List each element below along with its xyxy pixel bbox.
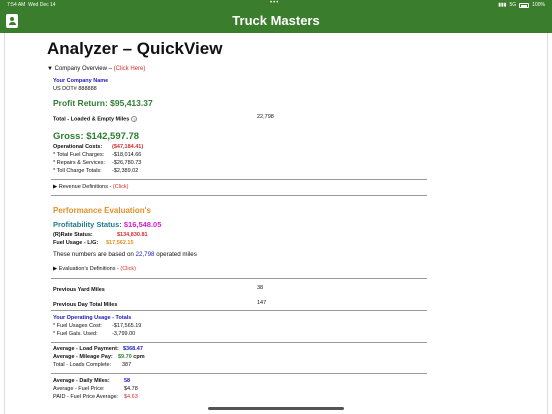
fuel-usage-label: Fuel Usage - L/G: <box>53 240 99 246</box>
nav-bar: Truck Masters <box>0 10 552 33</box>
company-name: Your Company Name <box>53 78 109 84</box>
company-overview-toggle[interactable]: ▼ Company Overview – (Click Here) <box>47 66 145 72</box>
fuel-gals-value: -3,799.00 <box>112 331 136 337</box>
divider <box>51 179 427 180</box>
total-miles-value: 22,798 <box>257 114 274 120</box>
status-time: 7:54 AM Wed Dec 14 <box>7 2 56 8</box>
battery-icon <box>519 2 530 8</box>
prev-day-label: Previous Day Total Miles <box>53 302 118 308</box>
repairs-label: * Repairs & Services: <box>53 160 105 166</box>
fuel-charges-label: * Total Fuel Charges: <box>53 152 105 158</box>
divider <box>51 342 427 343</box>
company-overview-link[interactable]: (Click Here) <box>114 66 146 72</box>
evaluation-definitions-toggle[interactable]: ▶ Evaluation's Definitions - (Click) <box>53 266 136 272</box>
avg-mileage-value: $9.70 cpm <box>118 354 145 360</box>
avg-daily-value: 58 <box>124 378 131 384</box>
gross-amount: Gross: $142,597.78 <box>53 131 140 142</box>
loads-complete-value: 387 <box>122 362 132 368</box>
performance-title: Performance Evaluation's <box>53 206 151 215</box>
disclosure-right-icon: ▶ <box>53 184 58 190</box>
divider <box>51 373 427 374</box>
repairs-value: -$26,780.73 <box>112 160 142 166</box>
avg-load-label: Average - Load Payment: <box>53 346 119 352</box>
multitask-dots-icon[interactable]: ••• <box>270 0 279 6</box>
revenue-definitions-toggle[interactable]: ▶ Revenue Definitions - (Click) <box>53 184 128 190</box>
total-miles-label: Total - Loaded & Empty Miles? <box>53 116 138 123</box>
paid-fuel-value: $4.63 <box>124 394 138 400</box>
fuel-usage-cost-value: -$17,565.19 <box>112 323 142 329</box>
prev-yard-value: 38 <box>257 285 264 291</box>
avg-mileage-label: Average - Mileage Pay: <box>53 354 113 360</box>
divider <box>51 310 427 311</box>
profit-return: Profit Return: $95,413.37 <box>53 98 153 108</box>
rate-status-label: (R)Rate Status: <box>53 232 93 238</box>
op-usage-title: Your Operating Usage - Totals <box>53 315 132 321</box>
network-label: 5G <box>509 2 517 8</box>
paid-fuel-label: PAID - Fuel Price Average: <box>53 394 119 400</box>
divider <box>51 195 427 196</box>
fuel-usage-value: $17,562.15 <box>106 240 134 246</box>
help-icon[interactable]: ? <box>131 116 138 122</box>
fuel-usage-cost-label: * Fuel Usages Cost: <box>53 323 102 329</box>
divider <box>51 278 427 279</box>
based-on-text: These numbers are based on 22,798 operat… <box>53 251 197 258</box>
op-costs-label: Operational Costs: <box>53 144 103 150</box>
evaluation-definitions-link[interactable]: (Click) <box>120 266 136 272</box>
disclosure-down-icon: ▼ <box>47 66 53 72</box>
page-title: Analyzer – QuickView <box>47 39 223 58</box>
disclosure-right-icon: ▶ <box>53 266 58 272</box>
battery-label: 100% <box>532 2 545 8</box>
status-bar: 7:54 AM Wed Dec 14 ••• ▮▮▮ 5G 100% <box>0 0 552 10</box>
avg-daily-label: Average - Daily Miles: <box>53 378 110 384</box>
dot-number: US DOT# 888888 <box>53 86 97 92</box>
prev-day-value: 147 <box>257 300 267 306</box>
profitability-status: Profitability Status: $16,548.05 <box>53 220 162 229</box>
toll-value: -$2,389.02 <box>112 168 139 174</box>
fuel-charges-value: -$18,014.66 <box>112 152 142 158</box>
fuel-gals-label: * Fuel Gals. Used: <box>53 331 98 337</box>
toll-label: * Toll Charge Totals: <box>53 168 102 174</box>
rate-status-value: $134,830.81 <box>117 232 148 238</box>
loads-complete-label: Total - Loads Complete: <box>53 362 112 368</box>
quickview-content[interactable]: Analyzer – QuickView ▼ Company Overview … <box>4 33 548 414</box>
prev-yard-label: Previous Yard Miles <box>53 287 105 293</box>
signal-icon: ▮▮▮ <box>498 2 507 8</box>
avg-fuel-price-value: $4.78 <box>124 386 138 392</box>
app-title: Truck Masters <box>232 13 320 28</box>
home-indicator[interactable] <box>208 407 344 410</box>
revenue-definitions-link[interactable]: (Click) <box>113 184 129 190</box>
op-costs-value: ($47,184.41) <box>112 144 144 150</box>
avg-load-value: $368.47 <box>123 346 143 352</box>
avg-fuel-price-label: Average - Fuel Price: <box>53 386 105 392</box>
status-indicators: ▮▮▮ 5G 100% <box>498 2 545 8</box>
